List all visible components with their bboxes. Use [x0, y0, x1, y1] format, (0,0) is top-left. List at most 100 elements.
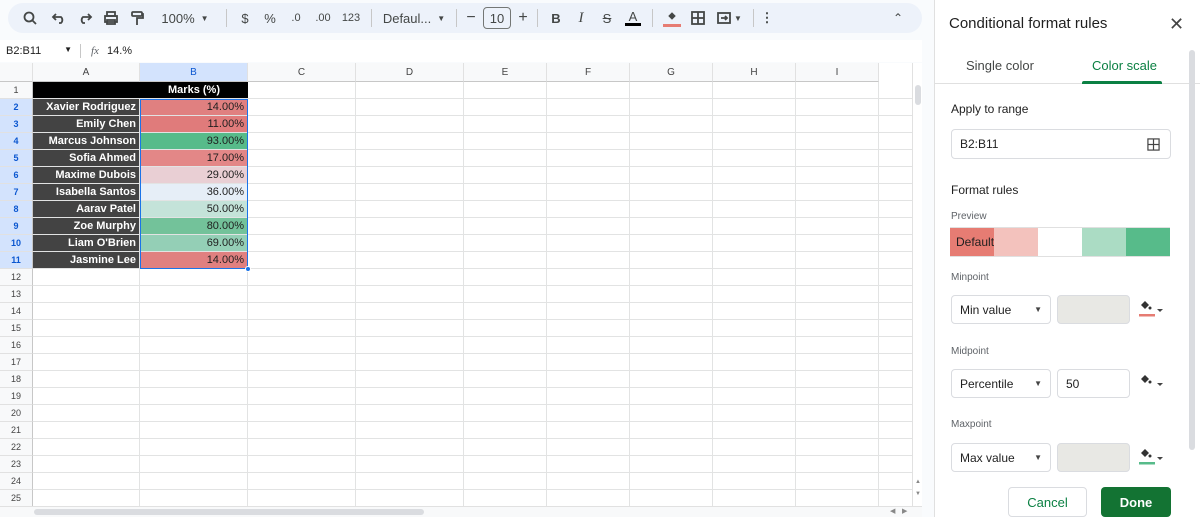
cell[interactable]	[33, 439, 140, 456]
cell[interactable]	[879, 422, 912, 439]
cell[interactable]	[140, 473, 248, 490]
font-select[interactable]: Defaul... ▼	[378, 6, 450, 30]
cell[interactable]	[33, 490, 140, 506]
name-box[interactable]: B2:B11 ▼	[0, 45, 80, 57]
minpoint-type-select[interactable]: Min value ▼	[951, 295, 1051, 324]
cell[interactable]	[796, 116, 879, 133]
cell[interactable]	[630, 116, 713, 133]
cell[interactable]	[248, 473, 356, 490]
cell[interactable]	[713, 473, 796, 490]
cell[interactable]	[464, 303, 547, 320]
column-header[interactable]: B	[140, 63, 248, 82]
row-header[interactable]: 20	[0, 405, 33, 422]
student-name-cell[interactable]: Emily Chen	[33, 116, 140, 133]
cell[interactable]	[713, 116, 796, 133]
cell[interactable]	[547, 286, 630, 303]
cell[interactable]	[248, 439, 356, 456]
cell[interactable]	[547, 303, 630, 320]
cell[interactable]	[356, 320, 464, 337]
maxpoint-type-select[interactable]: Max value ▼	[951, 443, 1051, 472]
cell[interactable]	[356, 167, 464, 184]
column-header[interactable]: E	[464, 63, 547, 82]
cell[interactable]	[356, 99, 464, 116]
cell[interactable]	[464, 82, 547, 99]
cell[interactable]	[464, 235, 547, 252]
cell[interactable]	[547, 133, 630, 150]
cell[interactable]	[33, 473, 140, 490]
column-header[interactable]: G	[630, 63, 713, 82]
redo-icon[interactable]	[72, 6, 98, 30]
cell[interactable]	[464, 320, 547, 337]
cell[interactable]	[547, 456, 630, 473]
cell[interactable]	[796, 269, 879, 286]
cell[interactable]	[796, 371, 879, 388]
cancel-button[interactable]: Cancel	[1008, 487, 1087, 517]
cell[interactable]	[879, 82, 912, 99]
decrease-font-size-button[interactable]: −	[463, 6, 479, 30]
cell[interactable]	[140, 388, 248, 405]
cell[interactable]	[879, 371, 912, 388]
cell[interactable]	[630, 439, 713, 456]
percent-button[interactable]: %	[257, 6, 283, 30]
cell[interactable]	[33, 320, 140, 337]
cell[interactable]	[713, 269, 796, 286]
tab-color-scale[interactable]: Color scale	[1092, 58, 1157, 73]
close-icon[interactable]: ✕	[1169, 14, 1184, 35]
fill-handle[interactable]	[245, 266, 251, 272]
row-header[interactable]: 9	[0, 218, 33, 235]
cell[interactable]	[630, 150, 713, 167]
student-name-cell[interactable]: Sofia Ahmed	[33, 150, 140, 167]
cell[interactable]	[630, 388, 713, 405]
cell[interactable]	[356, 150, 464, 167]
cell[interactable]	[248, 252, 356, 269]
row-header[interactable]: 21	[0, 422, 33, 439]
cell[interactable]	[713, 82, 796, 99]
cell[interactable]	[630, 82, 713, 99]
cell[interactable]	[713, 167, 796, 184]
cell[interactable]	[140, 490, 248, 506]
cell[interactable]	[547, 252, 630, 269]
cell[interactable]	[879, 439, 912, 456]
cell[interactable]	[796, 133, 879, 150]
cell[interactable]	[248, 456, 356, 473]
minpoint-color-button[interactable]	[1137, 297, 1165, 321]
more-options-icon[interactable]: ⋮	[760, 6, 774, 30]
cell[interactable]	[248, 167, 356, 184]
cell[interactable]	[713, 150, 796, 167]
scroll-thumb[interactable]	[915, 85, 921, 105]
cell[interactable]	[356, 235, 464, 252]
row-header[interactable]: 15	[0, 320, 33, 337]
cell[interactable]	[33, 456, 140, 473]
cell[interactable]	[248, 337, 356, 354]
cell[interactable]	[547, 354, 630, 371]
cell[interactable]	[713, 218, 796, 235]
maxpoint-value-input[interactable]	[1057, 443, 1130, 472]
cell[interactable]	[464, 252, 547, 269]
cell[interactable]	[796, 439, 879, 456]
cell[interactable]	[630, 354, 713, 371]
cell[interactable]	[464, 99, 547, 116]
cell[interactable]	[796, 235, 879, 252]
cell[interactable]	[248, 150, 356, 167]
cell[interactable]	[630, 490, 713, 506]
cell[interactable]	[547, 218, 630, 235]
grid-select-icon[interactable]	[1147, 137, 1160, 151]
mark-cell[interactable]: 14.00%	[140, 252, 248, 269]
cell[interactable]	[140, 439, 248, 456]
cell[interactable]	[879, 184, 912, 201]
student-name-cell[interactable]: Liam O'Brien	[33, 235, 140, 252]
cell[interactable]	[33, 422, 140, 439]
scroll-right-icon[interactable]: ▶	[902, 507, 907, 515]
cell[interactable]	[796, 405, 879, 422]
cell[interactable]	[796, 286, 879, 303]
cell[interactable]	[356, 337, 464, 354]
decrease-decimal-button[interactable]: .0	[283, 6, 309, 30]
cell[interactable]	[464, 405, 547, 422]
cell[interactable]	[879, 133, 912, 150]
scroll-left-icon[interactable]: ◀	[890, 507, 895, 515]
row-header[interactable]: 10	[0, 235, 33, 252]
cell[interactable]	[547, 439, 630, 456]
vertical-scrollbar[interactable]: ▲ ▼	[912, 63, 922, 506]
cell[interactable]	[356, 490, 464, 506]
cell[interactable]	[630, 167, 713, 184]
